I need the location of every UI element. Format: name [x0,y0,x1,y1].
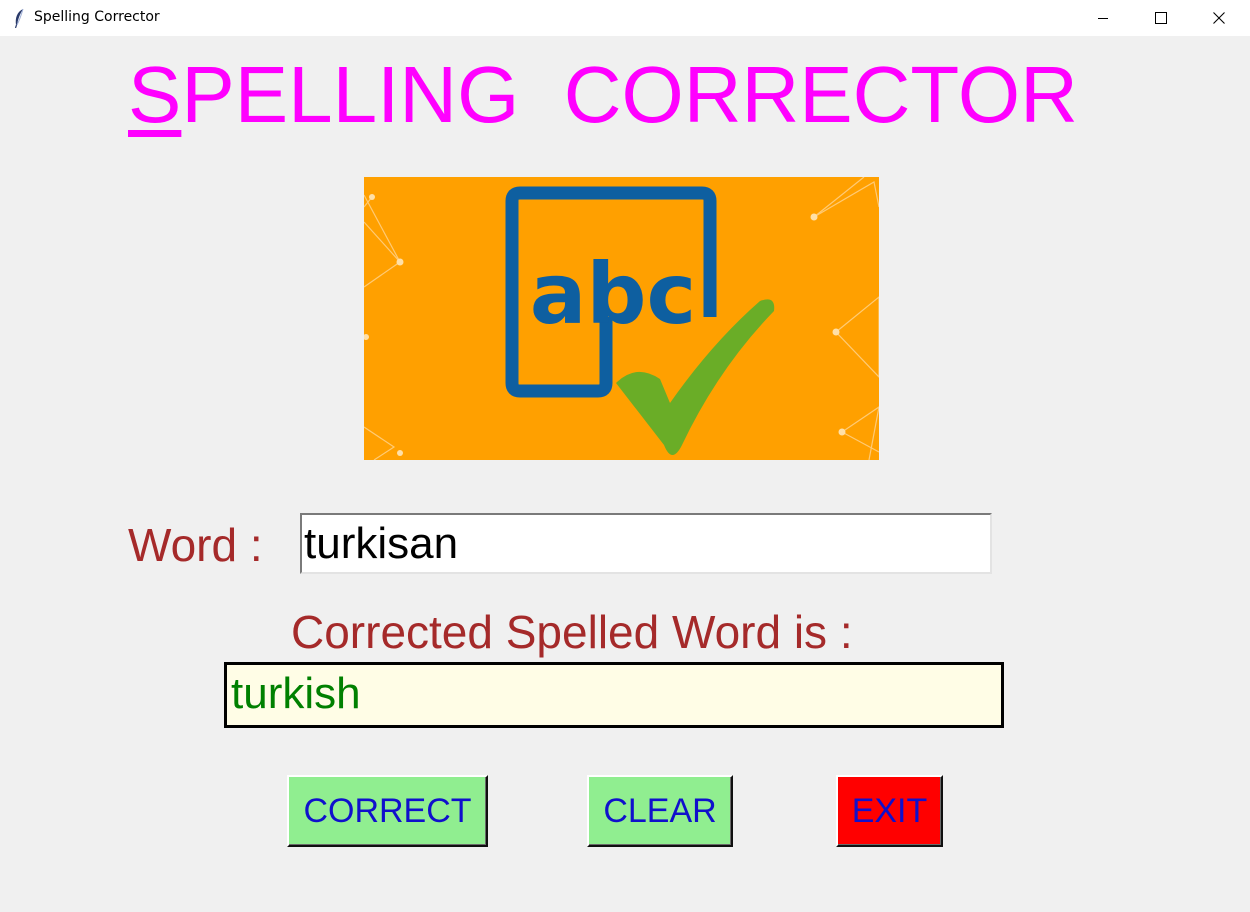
correct-button[interactable]: CORRECT [287,775,488,847]
corrected-word-output: turkish [224,662,1004,728]
maximize-button[interactable] [1132,0,1190,36]
window-title: Spelling Corrector [34,9,160,25]
exit-button-label: EXIT [851,791,928,830]
title-rest: PELLING CORRECTOR [181,50,1078,139]
title-first-letter: S [128,50,182,139]
exit-button[interactable]: EXIT [836,775,943,847]
clear-button[interactable]: CLEAR [587,775,733,847]
window-titlebar: Spelling Corrector [0,0,1250,36]
word-input[interactable] [300,513,992,574]
minimize-icon [1098,18,1108,19]
corrected-word-label: Corrected Spelled Word is : [291,606,853,658]
close-button[interactable] [1190,0,1248,36]
clear-button-label: CLEAR [603,791,717,830]
spelling-check-banner: abc [364,177,879,460]
page-title: SPELLING CORRECTOR [128,55,1078,135]
correct-button-label: CORRECT [303,791,472,830]
maximize-icon [1155,12,1167,24]
word-label: Word : [128,519,263,571]
feather-icon [14,8,24,28]
banner-abc-text: abc [530,245,697,343]
minimize-button[interactable] [1074,0,1132,36]
corrected-word-value: turkish [231,669,361,718]
close-icon [1213,12,1225,24]
